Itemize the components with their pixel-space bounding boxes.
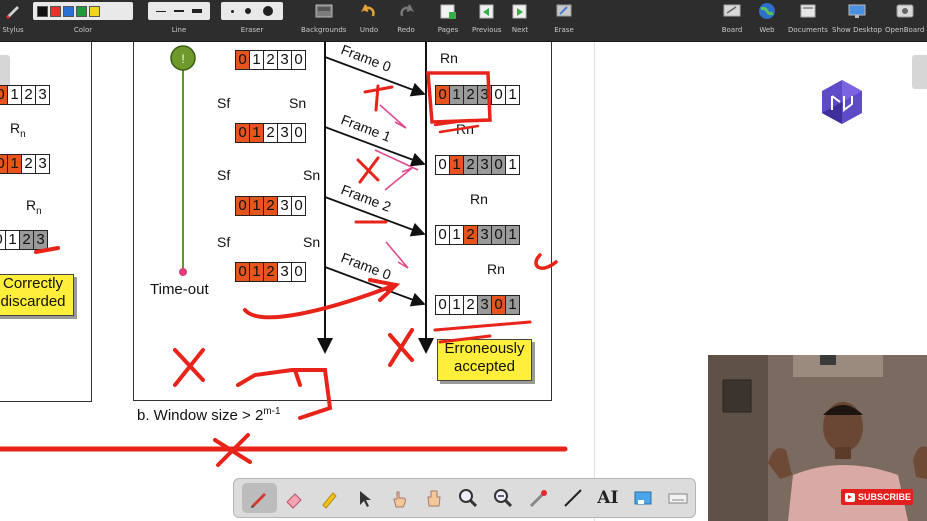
- selector-arrow-icon: [359, 491, 371, 507]
- openboard-icon: [894, 2, 916, 20]
- toolbar-documents[interactable]: Documents: [788, 2, 828, 34]
- marker-tool-button[interactable]: [312, 483, 347, 513]
- pen-tool-button[interactable]: [242, 483, 277, 513]
- documents-icon: [797, 2, 819, 20]
- bottom-toolbar: AI: [233, 478, 696, 518]
- virtual-keyboard-icon: [668, 493, 688, 504]
- capture-button[interactable]: [625, 483, 660, 513]
- marker-tool-icon: [322, 492, 337, 509]
- right-panel-tab[interactable]: [912, 55, 927, 89]
- pan-hand-button[interactable]: [416, 483, 451, 513]
- toolbar-web[interactable]: Web: [756, 2, 778, 34]
- eraser-tool-icon: [286, 493, 302, 509]
- pan-hand-icon: [427, 490, 441, 507]
- zoom-in-icon: [459, 489, 478, 508]
- toolbar-openboard[interactable]: OpenBoard: [885, 2, 924, 34]
- toolbar-show-desktop[interactable]: Show Desktop: [832, 2, 882, 34]
- openboard-window: Stylus Color Line Eraser Backgrounds Und…: [0, 0, 927, 521]
- draw-line-button[interactable]: [556, 483, 591, 513]
- laser-pointer-icon: [530, 490, 548, 508]
- show-desktop-icon: [846, 2, 868, 20]
- pen-tool-icon: [251, 493, 267, 508]
- play-icon: [845, 492, 855, 502]
- zoom-in-button[interactable]: [451, 483, 486, 513]
- interact-hand-icon: [393, 491, 406, 508]
- eraser-tool-button[interactable]: [277, 483, 312, 513]
- text-tool-icon: AI: [597, 488, 619, 508]
- interact-hand-button[interactable]: [381, 483, 416, 513]
- toolbar-board[interactable]: Board: [721, 2, 743, 34]
- web-globe-icon: [756, 2, 778, 20]
- virtual-keyboard-button[interactable]: [660, 483, 695, 513]
- selector-arrow-button[interactable]: [347, 483, 382, 513]
- channel-logo: [818, 78, 866, 126]
- laser-pointer-button[interactable]: [521, 483, 556, 513]
- draw-line-icon: [564, 489, 582, 507]
- board-icon: [721, 2, 743, 20]
- subscribe-button[interactable]: SUBSCRIBE: [841, 489, 913, 505]
- zoom-out-button[interactable]: [486, 483, 521, 513]
- text-tool-button[interactable]: AI: [590, 483, 625, 513]
- capture-icon: [634, 491, 652, 505]
- red-ink-annotations: [0, 71, 568, 467]
- zoom-out-icon: [494, 489, 513, 508]
